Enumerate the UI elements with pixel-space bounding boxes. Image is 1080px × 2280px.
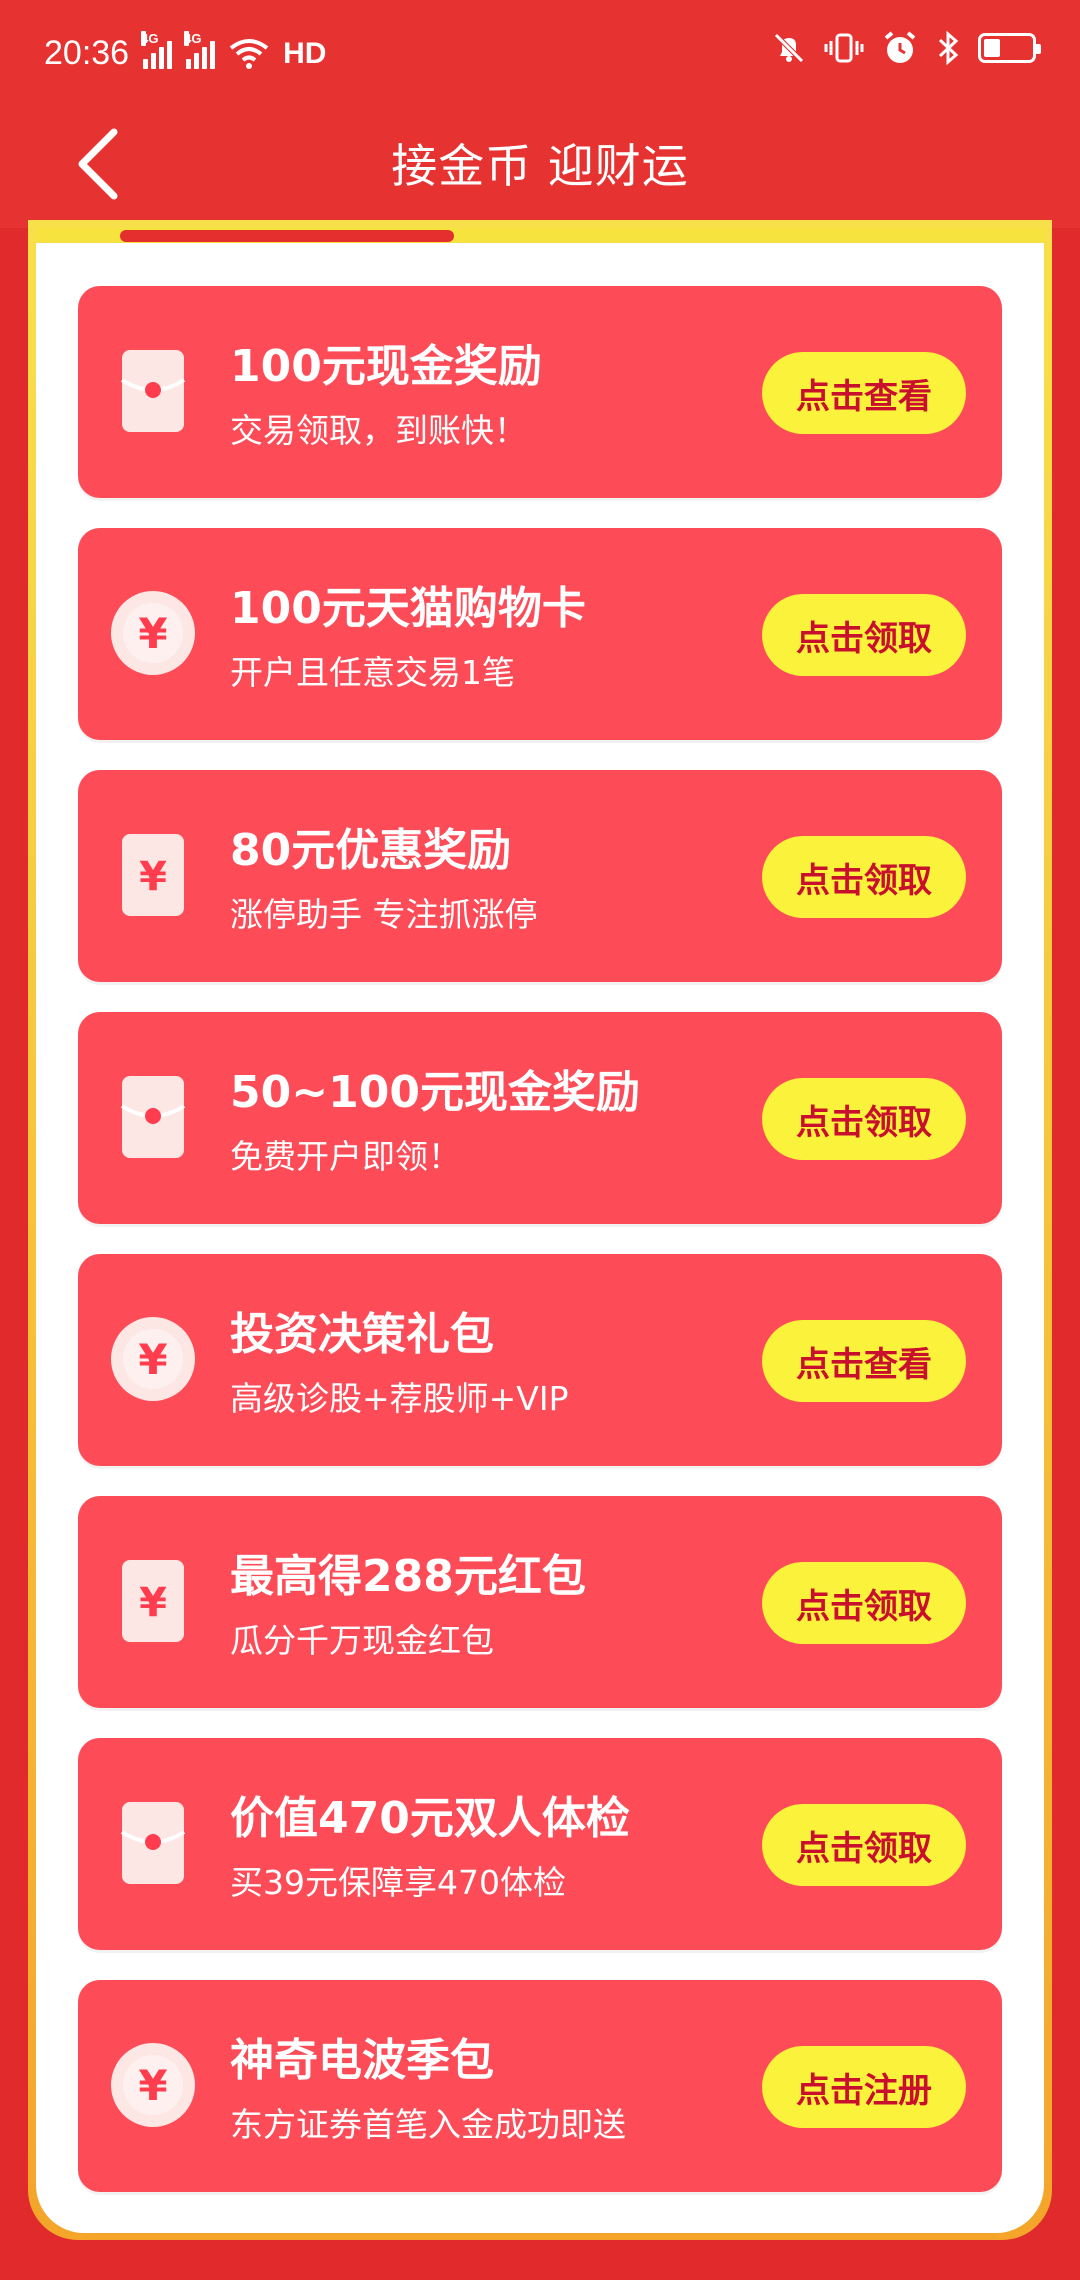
- alarm-icon: [884, 31, 916, 63]
- nav-bar: 接金币 迎财运: [0, 110, 1080, 228]
- reward-button[interactable]: 点击领取: [762, 836, 966, 918]
- reward-button[interactable]: 点击查看: [762, 1320, 966, 1402]
- battery-icon: [978, 33, 1041, 63]
- reward-title: 100元现金奖励: [230, 341, 542, 392]
- yuan-coin-icon: ¥: [108, 1314, 198, 1404]
- reward-button[interactable]: 点击领取: [762, 1804, 966, 1886]
- bluetooth-icon: [938, 30, 959, 66]
- yuan-coin-icon: ¥: [108, 588, 198, 678]
- red-envelope-icon: [108, 1072, 198, 1162]
- reward-card-3[interactable]: ¥ 80元优惠奖励 涨停助手 专注抓涨停 点击领取: [78, 770, 1002, 982]
- svg-text:¥: ¥: [139, 854, 167, 900]
- reward-button[interactable]: 点击领取: [762, 1562, 966, 1644]
- reward-subtitle: 涨停助手 专注抓涨停: [230, 895, 538, 934]
- reward-button[interactable]: 点击查看: [762, 352, 966, 434]
- reward-card-7[interactable]: 价值470元双人体检 买39元保障享470体检 点击领取: [78, 1738, 1002, 1950]
- reward-title: 价值470元双人体检: [230, 1793, 630, 1844]
- status-time: 20:36: [44, 34, 130, 72]
- status-bar: 20:36 4G 4G HD: [0, 0, 1080, 110]
- reward-title: 80元优惠奖励: [230, 825, 512, 876]
- hd-indicator: HD: [283, 36, 327, 70]
- svg-text:¥: ¥: [139, 1580, 167, 1626]
- reward-subtitle: 买39元保障享470体检: [230, 1863, 566, 1902]
- reward-title: 100元天猫购物卡: [230, 583, 586, 634]
- signal-icon: 4G: [141, 30, 173, 69]
- reward-card-4[interactable]: 50~100元现金奖励 免费开户即领！ 点击领取: [78, 1012, 1002, 1224]
- reward-subtitle: 高级诊股+荐股师+VIP: [230, 1379, 569, 1418]
- yuan-envelope-icon: ¥: [108, 1556, 198, 1646]
- reward-card-5[interactable]: ¥ 投资决策礼包 高级诊股+荐股师+VIP 点击查看: [78, 1254, 1002, 1466]
- reward-card-2[interactable]: ¥ 100元天猫购物卡 开户且任意交易1笔 点击领取: [78, 528, 1002, 740]
- reward-title: 50~100元现金奖励: [230, 1067, 640, 1118]
- reward-button[interactable]: 点击注册: [762, 2046, 966, 2128]
- reward-subtitle: 免费开户即领！: [230, 1137, 461, 1176]
- reward-button[interactable]: 点击领取: [762, 1078, 966, 1160]
- vibrate-icon: [824, 33, 864, 63]
- reward-title: 投资决策礼包: [230, 1309, 494, 1360]
- reward-title: 神奇电波季包: [230, 2035, 494, 2086]
- reward-subtitle: 开户且任意交易1笔: [230, 653, 515, 692]
- reward-title: 最高得288元红包: [230, 1551, 586, 1602]
- svg-text:¥: ¥: [138, 1335, 167, 1384]
- tab-indicator: [120, 230, 454, 242]
- reward-subtitle: 瓜分千万现金红包: [230, 1621, 494, 1660]
- svg-text:¥: ¥: [138, 609, 167, 658]
- wifi-icon: [229, 38, 269, 69]
- reward-card-1[interactable]: 100元现金奖励 交易领取，到账快！ 点击查看: [78, 286, 1002, 498]
- reward-list: 100元现金奖励 交易领取，到账快！ 点击查看 ¥ 100元天猫购物卡 开户且任…: [78, 286, 1002, 2222]
- reward-card-8[interactable]: ¥ 神奇电波季包 东方证券首笔入金成功即送 点击注册: [78, 1980, 1002, 2192]
- yuan-coin-icon: ¥: [108, 2040, 198, 2130]
- red-envelope-icon: [108, 346, 198, 436]
- page-title: 接金币 迎财运: [391, 139, 689, 193]
- reward-card-6[interactable]: ¥ 最高得288元红包 瓜分千万现金红包 点击领取: [78, 1496, 1002, 1708]
- svg-text:¥: ¥: [138, 2061, 167, 2110]
- reward-button[interactable]: 点击领取: [762, 594, 966, 676]
- yuan-envelope-icon: ¥: [108, 830, 198, 920]
- reward-subtitle: 交易领取，到账快！: [230, 411, 527, 450]
- mute-bell-icon: [774, 33, 804, 63]
- red-envelope-icon: [108, 1798, 198, 1888]
- signal-icon-2: 4G: [184, 30, 216, 69]
- header: 20:36 4G 4G HD 接金币 迎财运: [0, 0, 1080, 228]
- reward-subtitle: 东方证券首笔入金成功即送: [230, 2105, 626, 2144]
